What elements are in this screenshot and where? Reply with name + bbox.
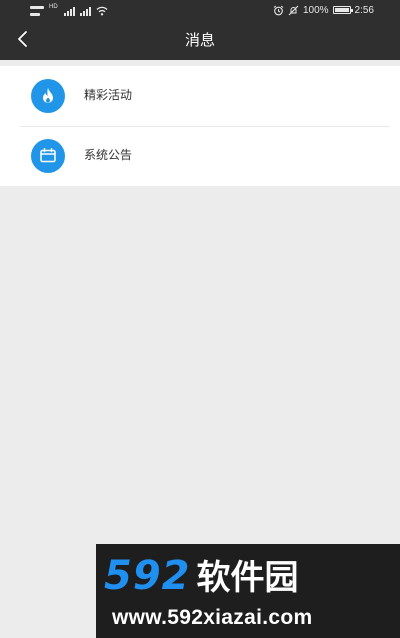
list-item-announcements[interactable]: 系统公告 [0,126,400,186]
status-time: 2:56 [354,4,374,16]
list-item-events[interactable]: 精彩活动 [0,66,400,126]
watermark-digits: 592 [104,553,191,599]
flame-icon [31,79,65,113]
alarm-icon [273,5,284,16]
battery-icon [332,6,353,14]
signal-icon [63,6,75,16]
battery-percent: 100% [302,4,329,16]
status-right: 100% 2:56 [273,3,374,17]
watermark-logo: 592 软件园 [104,554,299,600]
status-bar: HD 100% 2:56 [0,0,400,20]
sim-icon [30,6,44,16]
status-left: HD [30,4,108,16]
signal-icon-2 [79,6,91,16]
list-item-label: 精彩活动 [84,88,133,102]
nav-bar: 消息 [0,20,400,60]
mute-icon [288,5,299,16]
watermark-name: 软件园 [196,558,299,598]
watermark-url: www.592xiazai.com [112,606,313,629]
network-type-label: HD [49,4,58,10]
wifi-icon [96,6,108,16]
notice-icon [31,139,65,173]
battery-level-fill [334,8,349,12]
message-category-list: 精彩活动 系统公告 [0,66,400,186]
watermark-banner: 592 软件园 www.592xiazai.com [96,544,400,638]
page-title: 消息 [184,31,215,49]
list-item-label: 系统公告 [84,148,133,162]
